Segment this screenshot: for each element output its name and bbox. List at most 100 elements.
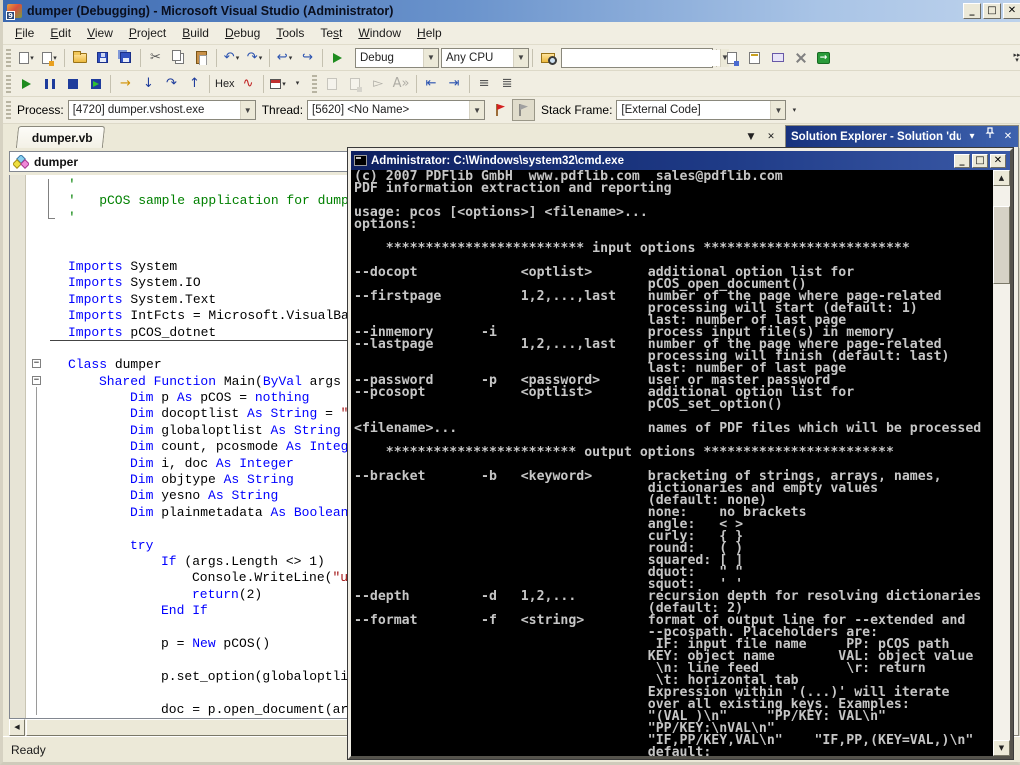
step-into-icon[interactable]: ↓ [137, 73, 160, 95]
step-over-icon[interactable]: ↷ [160, 73, 183, 95]
stack-frame-combo[interactable]: [External Code] ▼ [616, 100, 787, 120]
solution-configurations-combo[interactable]: Debug ▼ [355, 47, 439, 68]
debug-windows-icon [270, 78, 282, 89]
toolbar-overflow-icon[interactable]: ▾ [292, 74, 304, 94]
decrease-indent-icon[interactable]: ⇤ [420, 73, 443, 95]
new-project-icon[interactable]: ▾ [15, 47, 38, 69]
solution-platforms-combo[interactable]: Any CPU ▼ [441, 47, 529, 68]
scrollbar-thumb[interactable] [993, 206, 1010, 284]
toolbar-separator [140, 48, 141, 67]
collapse-function-icon[interactable]: − [32, 376, 41, 385]
cut-icon[interactable]: ✂ [144, 47, 167, 69]
save-icon[interactable] [91, 47, 114, 69]
command-window-icon[interactable] [812, 47, 835, 69]
uncomment-lines-icon[interactable]: ≣ [496, 73, 519, 95]
breakpoint-squiggle-icon[interactable]: ∿ [237, 73, 260, 95]
collapse-class-icon[interactable]: − [32, 359, 41, 368]
minimize-button[interactable]: _ [954, 153, 970, 168]
debug-windows-icon[interactable]: ▾ [267, 73, 290, 95]
vb-class-icon [13, 154, 29, 169]
step-out-icon[interactable]: ↑ [183, 73, 206, 95]
toolbar-separator [532, 48, 533, 67]
outline-guide-line [36, 387, 37, 715]
add-item-icon [42, 51, 55, 66]
menu-window[interactable]: Window [350, 23, 409, 43]
menu-tools[interactable]: Tools [268, 23, 312, 43]
close-document-icon[interactable]: ✕ [763, 130, 779, 144]
find-combo[interactable]: ▼ [561, 47, 729, 68]
find-in-files-icon [540, 52, 557, 65]
process-combo[interactable]: [4720] dumper.vshost.exe ▼ [67, 100, 256, 120]
pin-icon[interactable] [983, 127, 997, 146]
menu-view[interactable]: View [79, 23, 121, 43]
maximize-button[interactable]: □ [983, 3, 1001, 19]
open-file-icon[interactable] [68, 47, 91, 69]
comment-lines-icon[interactable]: ≡ [473, 73, 496, 95]
cmd-title: Administrator: C:\Windows\system32\cmd.e… [371, 154, 624, 167]
tab-dumper-vb[interactable]: dumper.vb [15, 126, 105, 148]
minimize-button[interactable]: _ [963, 3, 981, 19]
hex-display-button[interactable]: Hex [213, 73, 237, 95]
save-all-icon [120, 52, 131, 63]
console-icon [354, 155, 367, 166]
chevron-down-icon: ▼ [423, 48, 438, 67]
toolbox-icon[interactable] [789, 47, 812, 69]
menu-test[interactable]: Test [312, 23, 350, 43]
console-scrollbar[interactable]: ▲ ▼ [993, 170, 1010, 756]
close-button[interactable]: ✕ [1003, 3, 1020, 19]
cmd-titlebar[interactable]: Administrator: C:\Windows\system32\cmd.e… [351, 151, 1010, 170]
active-files-dropdown-icon[interactable]: ▼ [743, 130, 759, 144]
show-next-statement-icon[interactable]: → [114, 73, 137, 95]
continue-icon[interactable] [15, 73, 38, 95]
standard-toolbar: ▾▾ ✂ ↶▾↷▾ ↩▾↪ Debug▼ Any CPU▼ ▼ ▸▸▾ [3, 45, 1020, 71]
copy-icon[interactable] [167, 47, 190, 69]
menu-project[interactable]: Project [121, 23, 174, 43]
toolbar-overflow-icon[interactable]: ▸▸ ▾ [1011, 48, 1020, 68]
maximize-button[interactable]: □ [972, 153, 988, 168]
menu-edit[interactable]: Edit [42, 23, 79, 43]
close-icon[interactable]: ✕ [1001, 128, 1015, 146]
navigate-back-icon[interactable]: ↩ ▾ [273, 47, 296, 69]
thread-combo[interactable]: [5620] <No Name> ▼ [307, 100, 486, 120]
toolbar-separator [110, 74, 111, 93]
break-all-icon[interactable] [38, 73, 61, 95]
menu-help[interactable]: Help [409, 23, 450, 43]
paste-icon[interactable] [190, 47, 213, 69]
find-input[interactable] [566, 49, 720, 66]
console-body[interactable]: (c) 2007 PDFlib GmbH www.pdflib.com sale… [351, 170, 1010, 756]
redo-icon[interactable]: ↷ ▾ [243, 47, 266, 69]
toolbar-overflow-icon[interactable]: ▾ [788, 100, 800, 120]
find-in-files-icon[interactable] [536, 47, 559, 69]
scroll-left-icon[interactable]: ◀ [9, 719, 25, 736]
console-output: (c) 2007 PDFlib GmbH www.pdflib.com sale… [354, 170, 982, 756]
solution-explorer-caption[interactable]: Solution Explorer - Solution 'dumpe... ▾… [786, 126, 1018, 147]
add-item-icon[interactable]: ▾ [38, 47, 61, 69]
properties-window-icon[interactable] [743, 47, 766, 69]
navigate-forward-icon[interactable]: ↪ [296, 47, 319, 69]
scrollbar-thumb[interactable] [26, 719, 348, 736]
stop-debugging-icon [67, 78, 78, 89]
solution-explorer-title: Solution Explorer - Solution 'dumpe... [791, 130, 961, 143]
save-all-icon[interactable] [114, 47, 137, 69]
undo-icon[interactable]: ↶ ▾ [220, 47, 243, 69]
show-flagged-threads-icon[interactable] [512, 99, 536, 121]
chevron-down-icon: ▼ [239, 101, 255, 119]
menu-debug[interactable]: Debug [217, 23, 268, 43]
flag-thread-icon[interactable] [489, 99, 512, 121]
start-debugging-icon[interactable] [326, 47, 349, 69]
increase-indent-icon[interactable]: ⇥ [443, 73, 466, 95]
cmd-window[interactable]: Administrator: C:\Windows\system32\cmd.e… [348, 148, 1013, 759]
stop-debugging-icon[interactable] [61, 73, 84, 95]
restart-icon[interactable] [84, 73, 107, 95]
menu-build[interactable]: Build [174, 23, 217, 43]
window-position-icon[interactable]: ▾ [965, 128, 979, 146]
class-name-dropdown[interactable]: dumper [34, 155, 78, 169]
menu-file[interactable]: File [7, 23, 42, 43]
close-button[interactable]: ✕ [990, 153, 1006, 168]
paste-icon [196, 51, 207, 65]
display-object-member-list-icon [321, 73, 344, 95]
object-browser-icon[interactable] [766, 47, 789, 69]
process-label: Process: [17, 103, 64, 117]
scroll-up-icon[interactable]: ▲ [993, 170, 1010, 186]
scroll-down-icon[interactable]: ▼ [993, 740, 1010, 756]
